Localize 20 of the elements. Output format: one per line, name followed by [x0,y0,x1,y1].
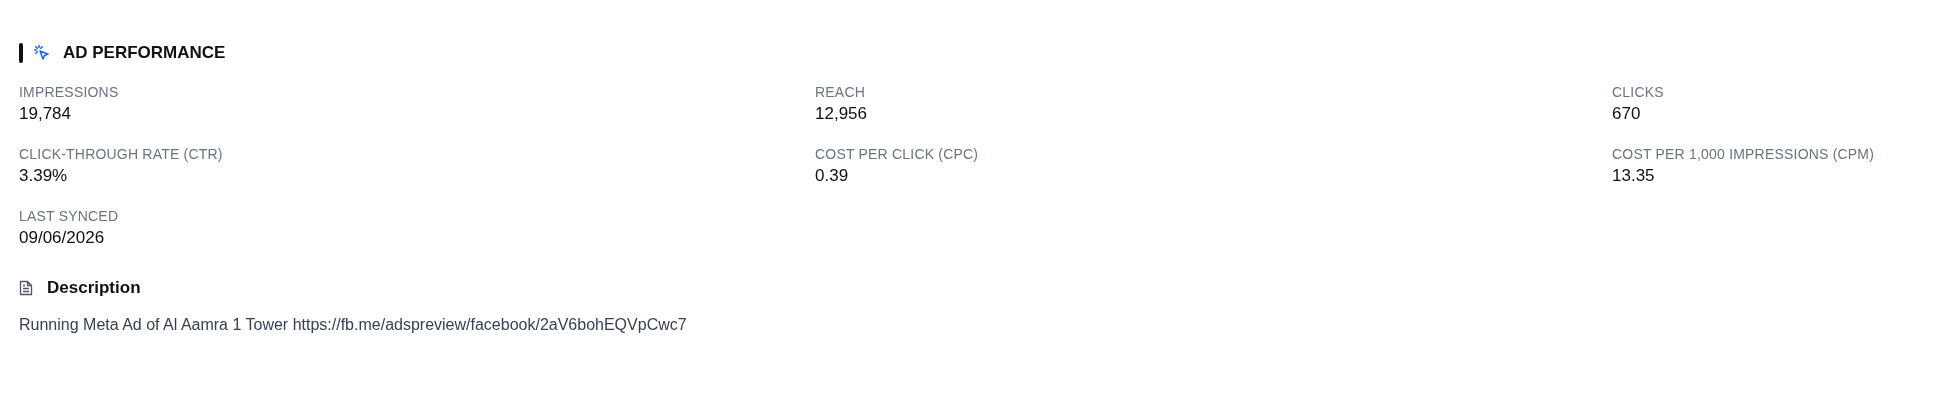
description-text: Running Meta Ad of Al Aamra 1 Tower https://fb.me/adspreview/facebook/2aV6bohEQVpCwc7 [19,316,688,334]
cursor-click-icon [33,44,51,62]
metric-value: 12,956 [815,104,867,124]
metric-value: 3.39% [19,166,68,186]
metric-label: CLICKS [1612,84,1664,100]
metric-label: COST PER CLICK (CPC) [815,146,979,162]
section-title: AD PERFORMANCE [63,43,226,63]
metric-label: CLICK-THROUGH RATE (CTR) [19,146,223,162]
accent-bar [19,43,23,63]
document-icon [19,280,33,296]
metric-label: REACH [815,84,865,100]
description-title: Description [47,278,141,298]
metric-value: 13.35 [1612,166,1655,186]
metric-value: 670 [1612,104,1641,124]
metric-label: COST PER 1,000 IMPRESSIONS (CPM) [1612,146,1875,162]
metric-label: LAST SYNCED [19,208,119,224]
metric-value: 0.39 [815,166,849,186]
metric-label: IMPRESSIONS [19,84,119,100]
metric-value: 19,784 [19,104,71,124]
metric-value: 09/06/2026 [19,228,105,248]
